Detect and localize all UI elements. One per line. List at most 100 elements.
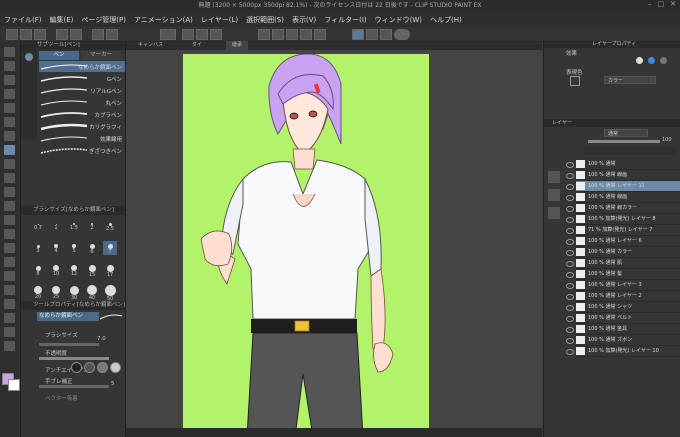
size-cell[interactable]: 50	[103, 285, 117, 302]
visibility-eye-icon[interactable]	[566, 239, 574, 245]
display-color-select[interactable]: カラー	[604, 76, 656, 84]
fill-tool-icon[interactable]	[4, 243, 15, 253]
stabilize-slider[interactable]	[39, 385, 109, 388]
visibility-eye-icon[interactable]	[566, 349, 574, 355]
menu-edit[interactable]: 編集(E)	[46, 15, 78, 25]
layer-row[interactable]: 100 % 通常 ズボン	[576, 335, 680, 346]
layer-row[interactable]: 100 % 通常 線画	[576, 170, 680, 181]
canvas-paper[interactable]	[183, 54, 429, 437]
size-cell[interactable]: 3	[31, 241, 45, 255]
snap-ruler-icon[interactable]	[352, 29, 364, 40]
visibility-eye-icon[interactable]	[566, 173, 574, 179]
new-file-icon[interactable]	[6, 29, 18, 40]
layer-opacity-slider[interactable]	[588, 140, 660, 143]
brush-size-slider[interactable]	[39, 343, 99, 346]
visibility-eye-icon[interactable]	[566, 283, 574, 289]
text-tool-icon[interactable]	[4, 313, 15, 323]
menu-animation[interactable]: アニメーション(A)	[130, 15, 197, 25]
brush-item[interactable]: 効果線用	[39, 133, 125, 144]
size-cell[interactable]: 0.7	[31, 219, 45, 233]
antialias-option-2[interactable]	[84, 362, 95, 373]
layer-row[interactable]: 100 % 通常 レイヤー 3	[576, 280, 680, 291]
transform-icon[interactable]	[106, 29, 118, 40]
blend-tool-icon[interactable]	[4, 229, 15, 239]
effect-color-icon[interactable]	[660, 57, 667, 64]
antialias-option-3[interactable]	[97, 362, 108, 373]
copy-icon[interactable]	[196, 29, 208, 40]
tab-canvas-3[interactable]: 継承	[226, 41, 249, 50]
layer-side-tool-icon[interactable]	[548, 189, 560, 201]
gradient-tool-icon[interactable]	[4, 257, 15, 267]
tab-canvas[interactable]: キャンバス	[132, 41, 169, 50]
maximize-icon[interactable]: □	[658, 0, 665, 12]
size-cell[interactable]: 20	[31, 285, 45, 300]
layer-row[interactable]: 100 % 通常 髪	[576, 269, 680, 280]
visibility-eye-icon[interactable]	[566, 184, 574, 190]
move-layer-tool-icon[interactable]	[4, 89, 15, 99]
visibility-eye-icon[interactable]	[566, 305, 574, 311]
layer-row[interactable]: 100 % 通常 レイヤー 6	[576, 236, 680, 247]
layer-row[interactable]: 100 % 通常 線カラー	[576, 203, 680, 214]
shrink-icon[interactable]	[314, 29, 326, 40]
tab-marker[interactable]: マーカー	[81, 51, 121, 60]
visibility-eye-icon[interactable]	[566, 162, 574, 168]
balloon-tool-icon[interactable]	[4, 327, 15, 337]
visibility-eye-icon[interactable]	[566, 272, 574, 278]
visibility-eye-icon[interactable]	[566, 338, 574, 344]
visibility-eye-icon[interactable]	[566, 228, 574, 234]
snap-grid-icon[interactable]	[380, 29, 392, 40]
color-mode-icon[interactable]	[570, 76, 580, 86]
visibility-eye-icon[interactable]	[566, 195, 574, 201]
decoration-tool-icon[interactable]	[4, 201, 15, 211]
zoom-tool-icon[interactable]	[4, 47, 15, 57]
size-cell[interactable]: 1	[49, 219, 63, 233]
save-icon[interactable]	[34, 29, 46, 40]
snap-icon[interactable]	[160, 29, 176, 40]
undo-icon[interactable]	[56, 29, 68, 40]
menu-file[interactable]: ファイル(F)	[0, 15, 46, 25]
menu-filter[interactable]: フィルター(I)	[320, 15, 370, 25]
size-cell[interactable]: 4	[49, 241, 63, 255]
brush-item[interactable]: カブラペン	[39, 109, 125, 120]
auto-select-tool-icon[interactable]	[4, 117, 15, 127]
visibility-eye-icon[interactable]	[566, 250, 574, 256]
layer-row[interactable]: 100 % 通常 カラー	[576, 247, 680, 258]
sub-color-swatch[interactable]	[8, 379, 20, 391]
menu-help[interactable]: ヘルプ(H)	[426, 15, 466, 25]
visibility-eye-icon[interactable]	[566, 261, 574, 267]
operation-tool-icon[interactable]	[4, 75, 15, 85]
brush-tool-icon[interactable]	[4, 173, 15, 183]
pen-group-icon[interactable]	[25, 53, 33, 61]
menu-page[interactable]: ページ管理(P)	[77, 15, 130, 25]
brush-item[interactable]: ぎざつきペン	[39, 145, 125, 156]
visibility-eye-icon[interactable]	[566, 327, 574, 333]
invert-icon[interactable]	[286, 29, 298, 40]
help-icon[interactable]	[394, 29, 410, 40]
size-cell[interactable]: 30	[67, 285, 81, 301]
selection-tool-icon[interactable]	[4, 103, 15, 113]
layer-row[interactable]: 100 % 通常 金具	[576, 324, 680, 335]
menu-window[interactable]: ウィンドウ(W)	[371, 15, 426, 25]
tab-canvas-2[interactable]: ダイ	[186, 41, 208, 50]
brush-item[interactable]: なめらか鏡面ペン	[39, 61, 125, 72]
menu-view[interactable]: 表示(V)	[288, 15, 320, 25]
size-cell[interactable]: 12	[67, 263, 81, 277]
brush-item[interactable]: カリグラフィ	[39, 121, 125, 132]
eraser-tool-icon[interactable]	[4, 215, 15, 225]
airbrush-tool-icon[interactable]	[4, 187, 15, 197]
menu-layer[interactable]: レイヤー(L)	[197, 15, 242, 25]
visibility-eye-icon[interactable]	[566, 316, 574, 322]
visibility-eye-icon[interactable]	[566, 294, 574, 300]
layer-row[interactable]: 100 % 通常 ベルト	[576, 313, 680, 324]
size-cell[interactable]: 8	[31, 263, 45, 277]
visibility-eye-icon[interactable]	[566, 206, 574, 212]
open-file-icon[interactable]	[20, 29, 32, 40]
size-cell[interactable]: 10	[49, 263, 63, 277]
size-cell[interactable]: 5	[67, 241, 81, 255]
close-icon[interactable]: ✕	[670, 0, 676, 12]
figure-tool-icon[interactable]	[4, 271, 15, 281]
brush-item[interactable]: Gペン	[39, 73, 125, 84]
layer-row[interactable]: 100 % 通常 レイヤー 2	[576, 291, 680, 302]
size-cell[interactable]: 40	[85, 285, 99, 301]
effect-border-icon[interactable]	[636, 57, 643, 64]
